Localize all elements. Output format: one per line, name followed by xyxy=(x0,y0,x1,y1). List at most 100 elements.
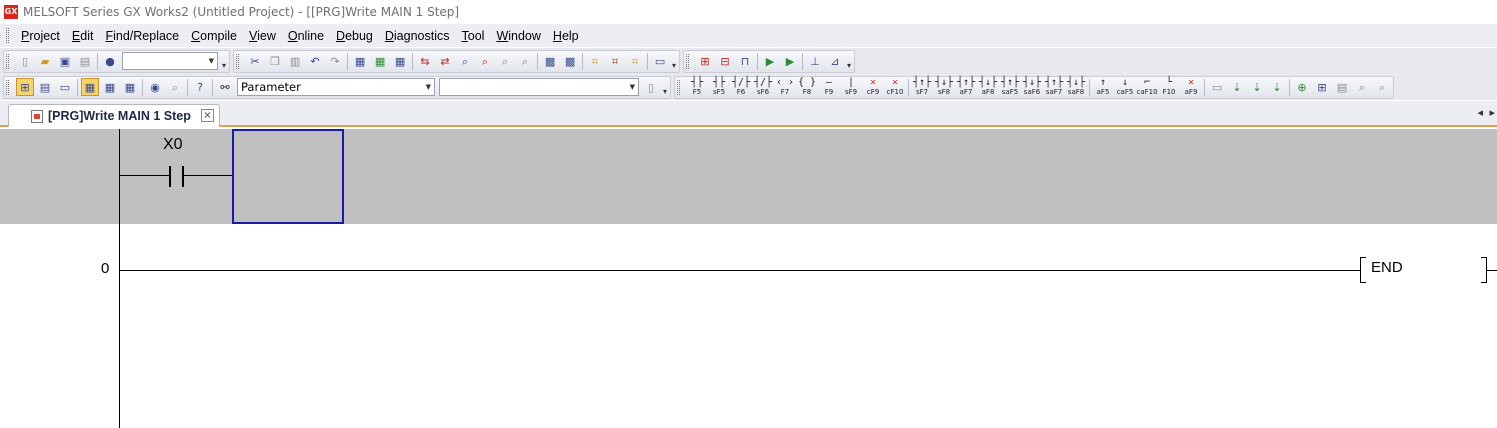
ladder-cursor[interactable] xyxy=(232,129,344,224)
write-to-plc-icon[interactable]: ▦ xyxy=(371,52,389,70)
menu-help[interactable]: Help xyxy=(547,29,585,43)
program-combo[interactable]: ▼ xyxy=(439,78,639,96)
monitor-icon[interactable]: ⌕ xyxy=(456,52,474,70)
statement-edit-icon[interactable]: ⊕ xyxy=(1293,78,1311,96)
monitor-all-icon[interactable]: ⌕ xyxy=(516,52,534,70)
element-selection-icon[interactable]: ▤ xyxy=(36,78,54,96)
menu-edit[interactable]: Edit xyxy=(66,29,100,43)
toolbar-overflow-icon[interactable]: ▾ xyxy=(847,61,851,70)
stop-monitor-icon[interactable]: ▶ xyxy=(781,52,799,70)
ladder-key-saf6[interactable]: ┤↓├ saF6 xyxy=(1022,77,1042,97)
print-icon[interactable]: ▤ xyxy=(76,52,94,70)
menu-debug[interactable]: Debug xyxy=(330,29,379,43)
device-comment-icon[interactable]: ▦ xyxy=(351,52,369,70)
simulation-icon[interactable]: ▭ xyxy=(651,52,669,70)
help-icon[interactable]: ● xyxy=(101,52,119,70)
menu-find-replace[interactable]: Find/Replace xyxy=(99,29,185,43)
ladder-key-saf8[interactable]: ┤↓├ saF8 xyxy=(1066,77,1086,97)
ladder-key-saf7[interactable]: ┤↑├ saF7 xyxy=(1044,77,1064,97)
find-icon[interactable]: ⌗ xyxy=(586,52,604,70)
transfer-icon[interactable]: ⇆ xyxy=(416,52,434,70)
undo-icon[interactable]: ↶ xyxy=(306,52,324,70)
ladder-key-saf5[interactable]: ┤↑├ saF5 xyxy=(1000,77,1020,97)
ladder-key-sf6[interactable]: ┤/├ sF6 xyxy=(753,77,773,97)
toolbar-overflow-icon[interactable]: ▾ xyxy=(672,61,676,70)
ladder-key-af9[interactable]: ✕ aF9 xyxy=(1181,77,1201,97)
copy-icon[interactable]: ❐ xyxy=(266,52,284,70)
ladder-jump-icon[interactable]: ⊓ xyxy=(736,52,754,70)
contact-symbol-left[interactable] xyxy=(169,166,171,187)
ladder-key-af5[interactable]: ↑ aF5 xyxy=(1093,77,1113,97)
menu-project[interactable]: Project xyxy=(15,29,66,43)
page-icon[interactable]: ▯ xyxy=(642,78,660,96)
delete-row-icon[interactable]: ⊟ xyxy=(716,52,734,70)
ladder-key-sf9[interactable]: | sF9 xyxy=(841,77,861,97)
navigation-icon[interactable]: ⊞ xyxy=(16,78,34,96)
save-icon[interactable]: ▣ xyxy=(56,52,74,70)
toolbar-overflow-icon[interactable]: ▾ xyxy=(663,87,667,96)
convert-online-icon[interactable]: ⇣ xyxy=(1268,78,1286,96)
note-edit-icon[interactable]: ⊞ xyxy=(1313,78,1331,96)
device-display-icon[interactable]: ▦ xyxy=(81,78,99,96)
menu-compile[interactable]: Compile xyxy=(185,29,243,43)
transfer-back-icon[interactable]: ⇄ xyxy=(436,52,454,70)
toolbar-overflow-icon[interactable]: ▾ xyxy=(222,61,226,70)
cross-reference-icon[interactable]: ⌗ xyxy=(626,52,644,70)
contact-symbol-right[interactable] xyxy=(182,166,184,187)
replace-icon[interactable]: ⌗ xyxy=(606,52,624,70)
open-project-icon[interactable]: ▰ xyxy=(36,52,54,70)
device-register-icon[interactable]: ▩ xyxy=(561,52,579,70)
zoom-icon[interactable]: ⌕ xyxy=(166,78,184,96)
sampling-trace-icon[interactable]: ⊥ xyxy=(806,52,824,70)
disabled-icon-2[interactable]: ⌕ xyxy=(1353,78,1371,96)
tab-prg-write-main[interactable]: [PRG]Write MAIN 1 Step × xyxy=(8,104,220,127)
tab-scroll-left-icon[interactable]: ◂ xyxy=(1477,106,1483,119)
binoculars-icon[interactable]: ⚯ xyxy=(216,78,234,96)
instruction-icon[interactable]: ▭ xyxy=(1208,78,1226,96)
ladder-key-f9[interactable]: — F9 xyxy=(819,77,839,97)
ladder-key-caf10[interactable]: ⌐ caF10 xyxy=(1136,77,1157,97)
redo-icon[interactable]: ↷ xyxy=(326,52,344,70)
comment-display-icon[interactable]: ▦ xyxy=(101,78,119,96)
convert-all-icon[interactable]: ⇣ xyxy=(1248,78,1266,96)
start-monitor-icon[interactable]: ▶ xyxy=(761,52,779,70)
monitor-stop-icon[interactable]: ⌕ xyxy=(476,52,494,70)
paste-icon[interactable]: ▥ xyxy=(286,52,304,70)
disabled-icon-3[interactable]: ⌕ xyxy=(1373,78,1391,96)
ladder-editor[interactable]: X0 0 END xyxy=(0,129,1497,428)
ladder-key-f7[interactable]: ‹ › F7 xyxy=(775,77,795,97)
ladder-key-cf10[interactable]: ✕ cF10 xyxy=(885,77,905,97)
cut-icon[interactable]: ✂ xyxy=(246,52,264,70)
ladder-key-f10[interactable]: └ F10 xyxy=(1159,77,1179,97)
toolbar-dropdown[interactable]: ▼ xyxy=(122,52,218,70)
statement-display-icon[interactable]: ▦ xyxy=(121,78,139,96)
ladder-key-af7[interactable]: ┤↑├ aF7 xyxy=(956,77,976,97)
menu-view[interactable]: View xyxy=(243,29,282,43)
tab-scroll-right-icon[interactable]: ▸ xyxy=(1489,106,1495,119)
disabled-icon-1[interactable]: ▤ xyxy=(1333,78,1351,96)
ladder-key-caf5[interactable]: ↓ caF5 xyxy=(1115,77,1135,97)
watch-icon[interactable]: ⊿ xyxy=(826,52,844,70)
new-project-icon[interactable]: ▯ xyxy=(16,52,34,70)
insert-row-icon[interactable]: ⊞ xyxy=(696,52,714,70)
ladder-key-f6[interactable]: ┤/├ F6 xyxy=(731,77,751,97)
ladder-key-sf7[interactable]: ┤↑├ sF7 xyxy=(912,77,932,97)
ladder-key-sf8[interactable]: ┤↓├ sF8 xyxy=(934,77,954,97)
output-window-icon[interactable]: ▭ xyxy=(56,78,74,96)
monitor-write-icon[interactable]: ⌕ xyxy=(496,52,514,70)
watch-window-icon[interactable]: ◉ xyxy=(146,78,164,96)
read-from-plc-icon[interactable]: ▦ xyxy=(391,52,409,70)
menu-window[interactable]: Window xyxy=(490,29,546,43)
parameter-combo[interactable]: Parameter ▼ xyxy=(237,78,435,96)
device-batch-icon[interactable]: ▩ xyxy=(541,52,559,70)
ladder-key-f8[interactable]: { } F8 xyxy=(797,77,817,97)
ladder-key-sf5[interactable]: ┤├ sF5 xyxy=(709,77,729,97)
question-icon[interactable]: ? xyxy=(191,78,209,96)
menu-tool[interactable]: Tool xyxy=(456,29,491,43)
menu-online[interactable]: Online xyxy=(282,29,330,43)
menu-diagnostics[interactable]: Diagnostics xyxy=(379,29,456,43)
tab-close-icon[interactable]: × xyxy=(201,109,214,122)
ladder-key-f5[interactable]: ┤├ F5 xyxy=(687,77,707,97)
end-instruction[interactable]: END xyxy=(1371,259,1403,276)
convert-icon[interactable]: ⇣ xyxy=(1228,78,1246,96)
